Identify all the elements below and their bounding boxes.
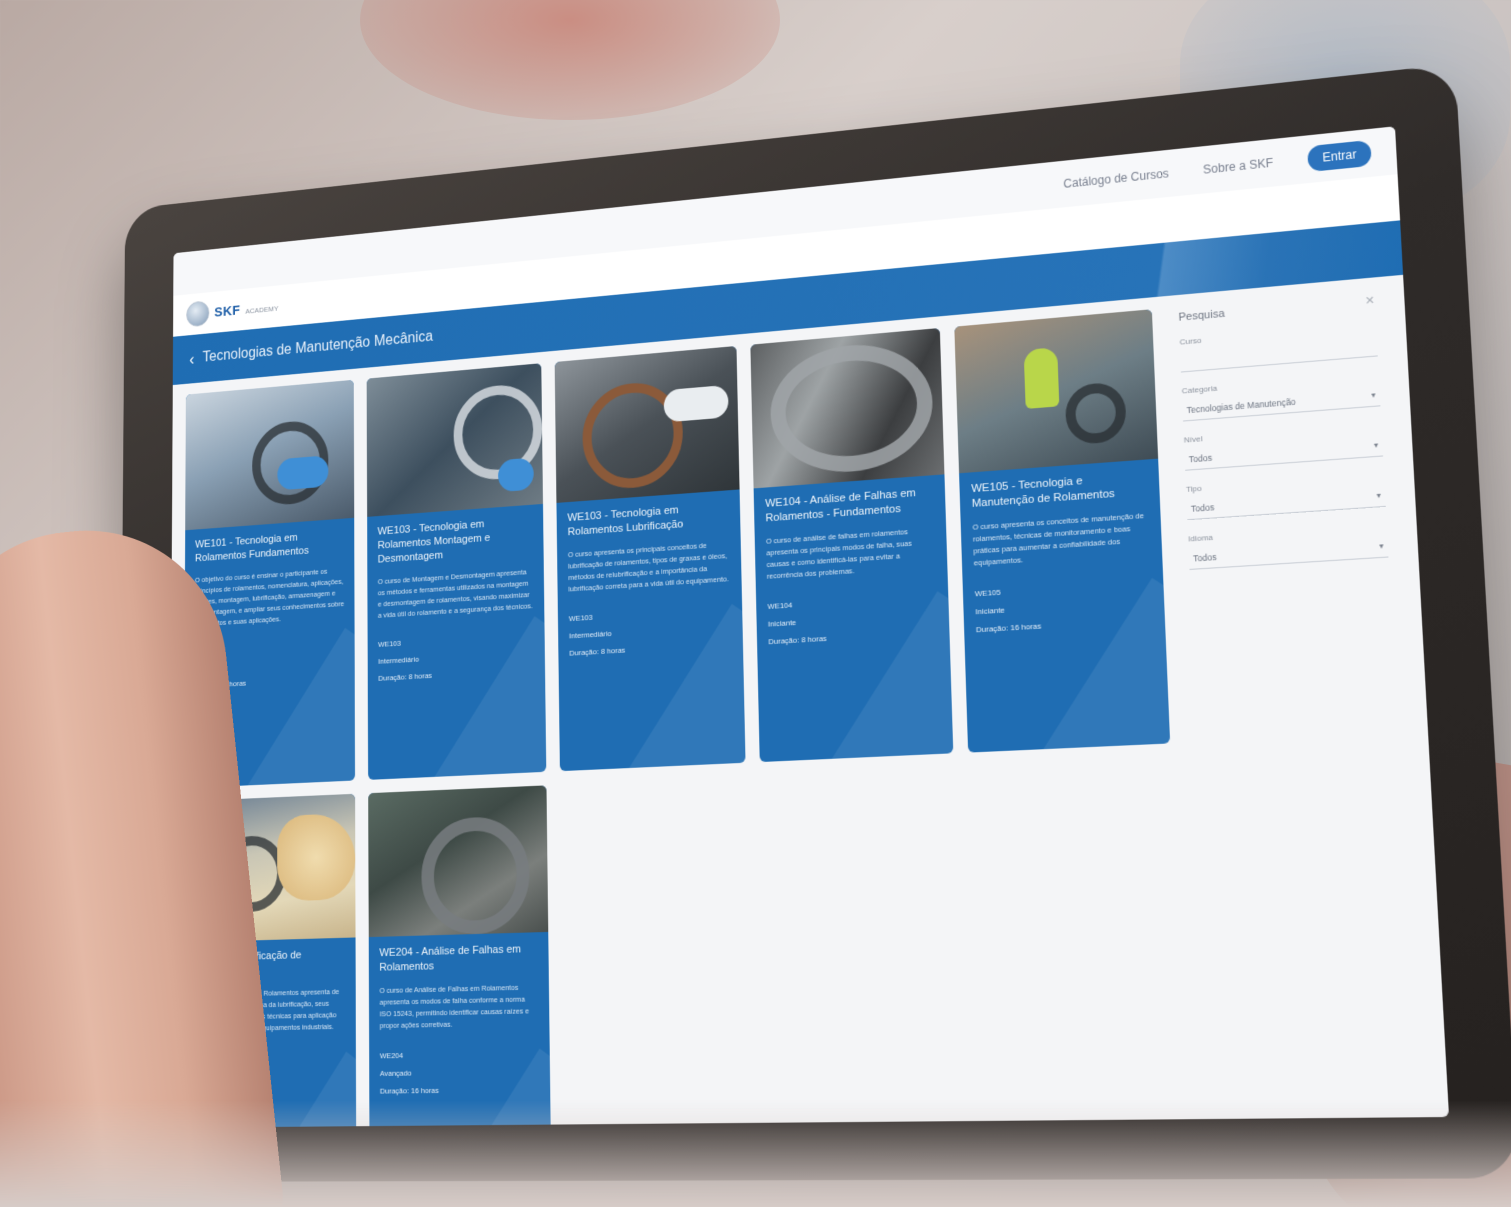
course-title: WE105 - Tecnologia e Manutenção de Rolam… bbox=[971, 475, 1116, 510]
course-thumbnail-bearing bbox=[185, 379, 355, 531]
chevron-down-icon: ▾ bbox=[1371, 390, 1376, 400]
course-description: O curso de Análise de Falhas em Rolament… bbox=[379, 982, 530, 1031]
filter-panel-title: Pesquisa bbox=[1178, 307, 1225, 324]
chevron-left-icon[interactable]: ‹ bbox=[189, 350, 194, 369]
nav-link-catalog[interactable]: Catálogo de Cursos bbox=[1063, 166, 1169, 190]
type-select-value: Todos bbox=[1190, 501, 1215, 514]
course-title: WE204 - Análise de Falhas em Rolamentos bbox=[379, 943, 522, 974]
bearing-race bbox=[769, 338, 935, 478]
course-description: O curso apresenta os conceitos de manute… bbox=[972, 511, 1145, 568]
course-thumbnail-motor bbox=[554, 345, 740, 503]
course-level: Avançado bbox=[379, 1068, 412, 1078]
course-title: WE103 - Tecnologia em Rolamentos Lubrifi… bbox=[567, 504, 684, 539]
chevron-down-icon: ▾ bbox=[1373, 440, 1379, 450]
close-icon[interactable]: ✕ bbox=[1365, 294, 1375, 308]
logo-subtext: ACADEMY bbox=[245, 303, 279, 316]
gloved-hand bbox=[663, 384, 729, 423]
grease-blob bbox=[277, 812, 356, 902]
background-fade bbox=[0, 1100, 1511, 1207]
course-thumbnail-technician bbox=[954, 309, 1159, 474]
skf-globe-logo-icon bbox=[186, 300, 210, 328]
level-select-value: Todos bbox=[1188, 452, 1213, 464]
background-blur-red bbox=[360, 0, 780, 120]
course-title: WE101 - Tecnologia em Rolamentos Fundame… bbox=[195, 532, 309, 565]
language-select-value: Todos bbox=[1192, 551, 1217, 564]
bearing-ring bbox=[421, 815, 530, 936]
chevron-down-icon: ▾ bbox=[1376, 490, 1382, 501]
course-thumbnail-worn-bearing bbox=[750, 327, 945, 489]
course-grid: WE101 - Tecnologia em Rolamentos Fundame… bbox=[181, 309, 1192, 1128]
course-description: O curso de análise de falhas em rolament… bbox=[765, 527, 913, 581]
filter-panel: Pesquisa ✕ Curso Categoria Tecnologias d… bbox=[1168, 287, 1400, 591]
course-title: WE103 - Tecnologia em Rolamentos Montage… bbox=[377, 518, 491, 566]
course-code: WE204 bbox=[379, 1051, 404, 1061]
nav-link-about[interactable]: Sobre a SKF bbox=[1203, 156, 1274, 177]
course-card[interactable]: WE103 - Tecnologia em Rolamentos Lubrifi… bbox=[554, 345, 746, 772]
course-card[interactable]: WE103 - Tecnologia em Rolamentos Montage… bbox=[366, 363, 547, 780]
login-button[interactable]: Entrar bbox=[1307, 139, 1372, 173]
course-thumbnail-damaged-bearing bbox=[368, 785, 549, 938]
tablet-screen: Catálogo de Cursos Sobre a SKF Entrar SK… bbox=[168, 126, 1450, 1128]
gloved-hand bbox=[277, 455, 329, 491]
course-description: O curso de Montagem e Desmontagem aprese… bbox=[377, 567, 533, 620]
course-card[interactable]: WE204 - Análise de Falhas em Rolamentos … bbox=[368, 785, 552, 1128]
page-title: Tecnologias de Manutenção Mecânica bbox=[202, 328, 434, 366]
course-duration: Duração: 16 horas bbox=[379, 1085, 439, 1096]
technician-figure bbox=[1023, 347, 1060, 409]
gloved-hand bbox=[497, 457, 534, 493]
course-title: WE104 - Análise de Falhas em Rolamentos … bbox=[765, 487, 916, 525]
tablet: Catálogo de Cursos Sobre a SKF Entrar SK… bbox=[117, 63, 1511, 1182]
bearing-ring bbox=[1064, 381, 1127, 446]
course-card[interactable]: WE104 - Análise de Falhas em Rolamentos … bbox=[750, 327, 954, 763]
course-thumbnail-machinery bbox=[366, 363, 543, 517]
course-card[interactable]: WE105 - Tecnologia e Manutenção de Rolam… bbox=[954, 309, 1171, 753]
logo-text[interactable]: SKF bbox=[214, 302, 240, 320]
category-select-value: Tecnologias de Manutenção bbox=[1186, 396, 1296, 415]
chevron-down-icon: ▾ bbox=[1379, 541, 1384, 551]
course-description: O curso apresenta os principais conceito… bbox=[567, 541, 729, 594]
